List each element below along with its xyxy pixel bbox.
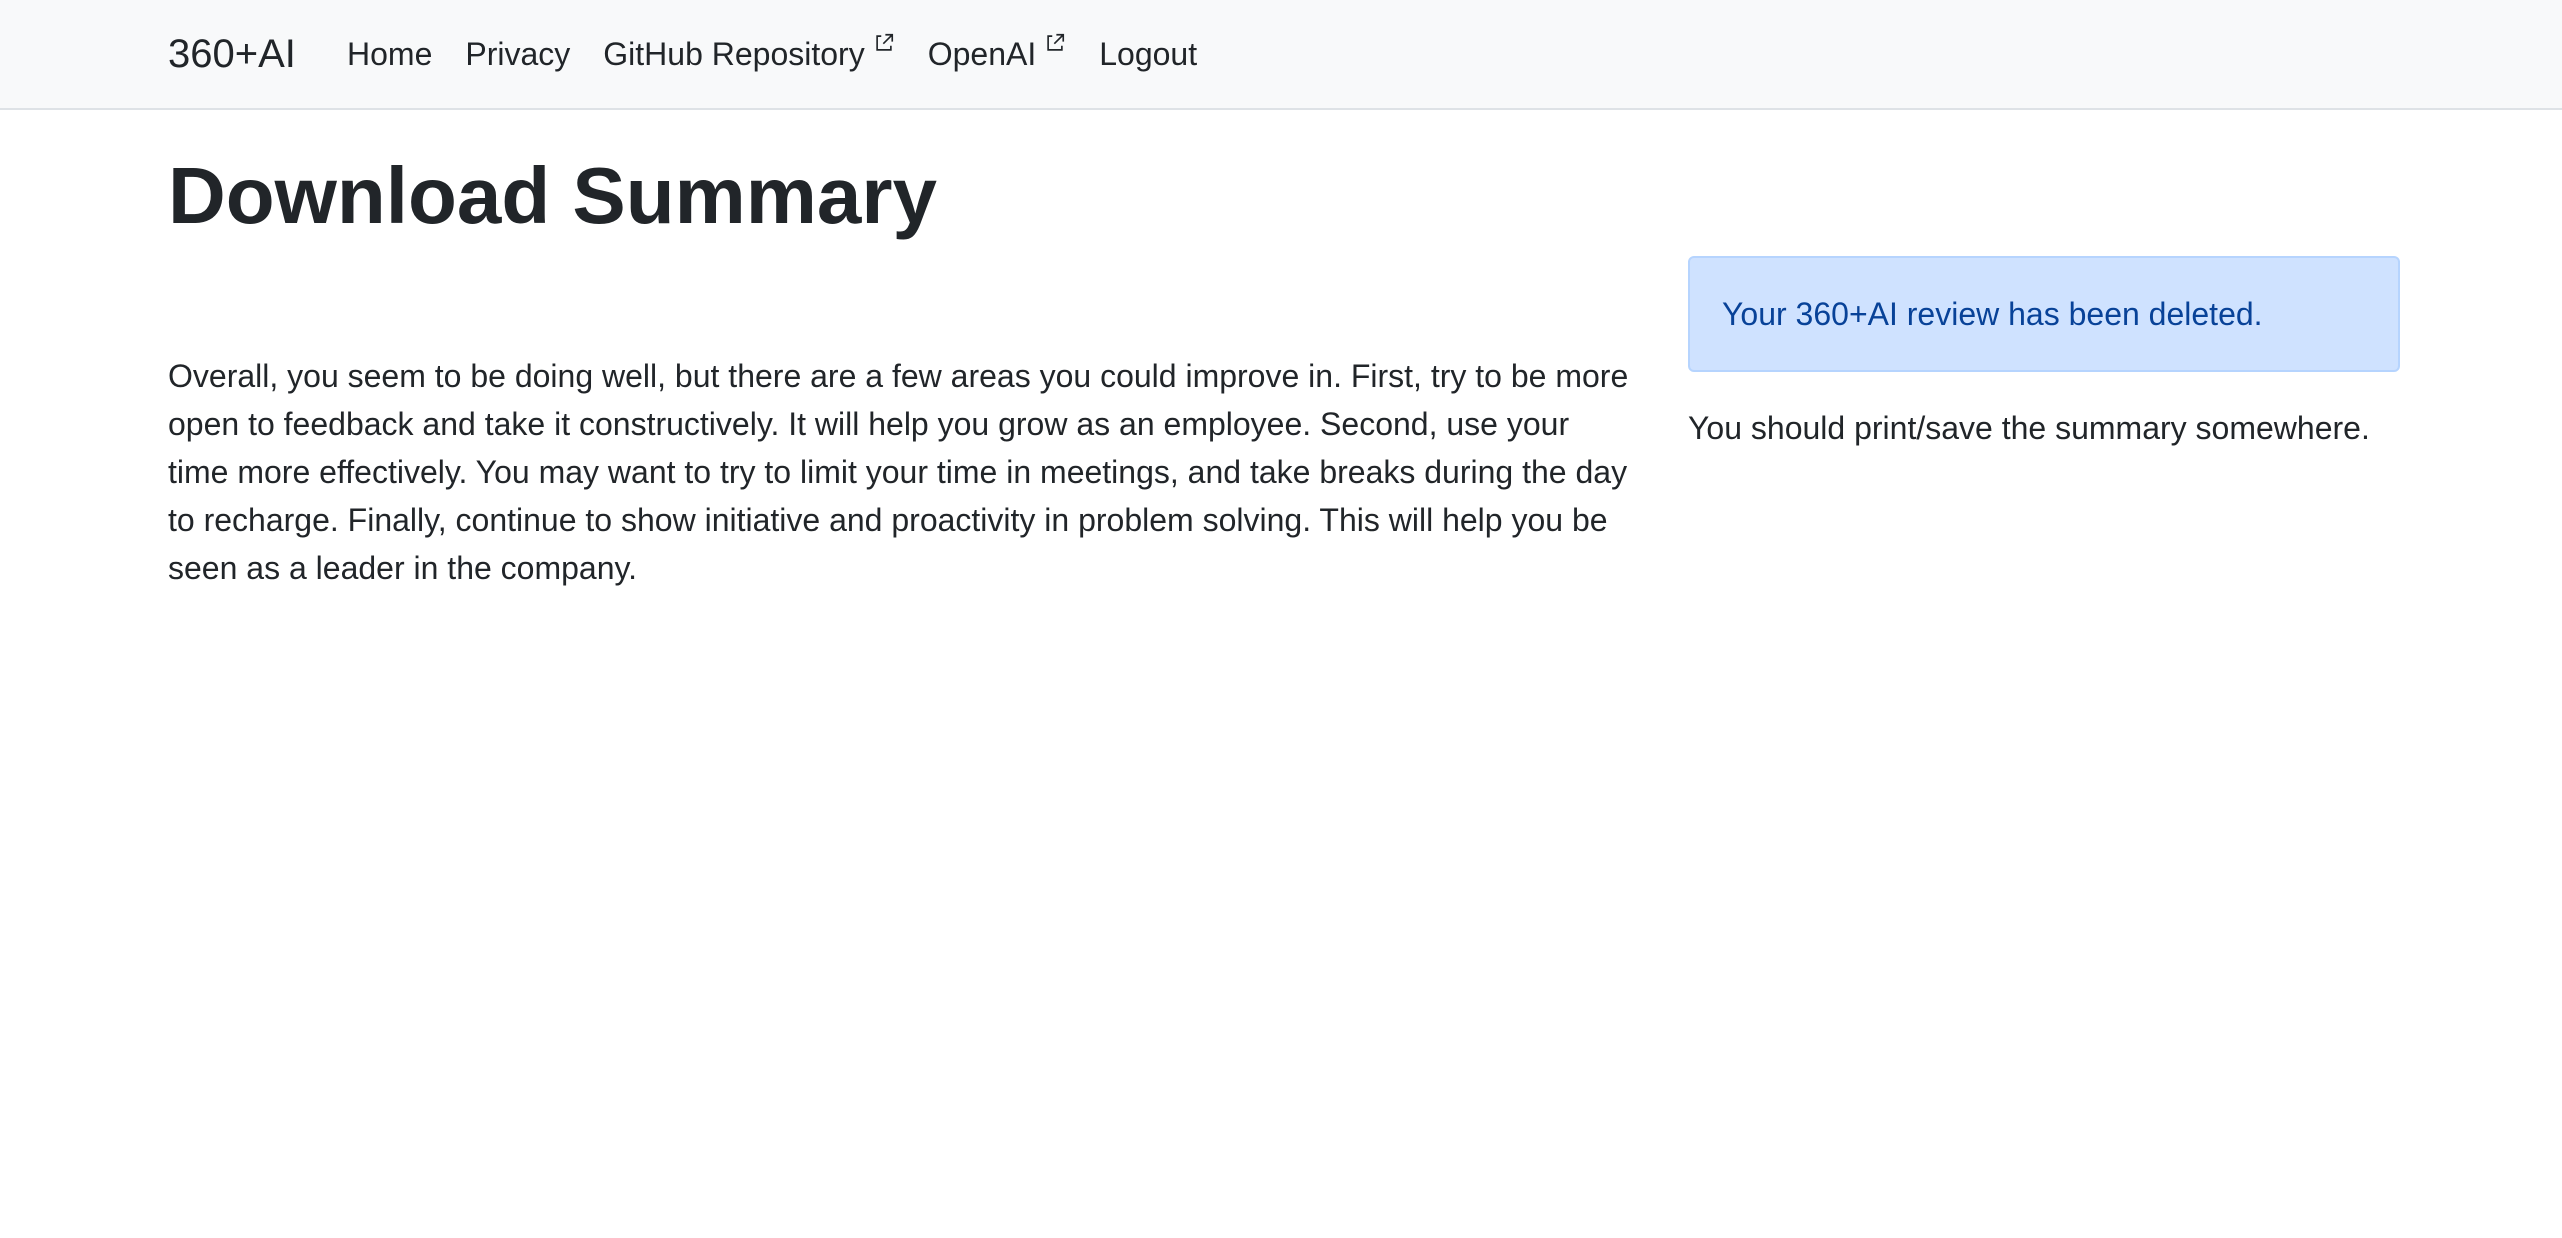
brand-link[interactable]: 360+AI — [168, 28, 296, 80]
nav-link-label: Home — [347, 36, 433, 72]
nav-link-label: OpenAI — [927, 36, 1037, 72]
save-advice-text: You should print/save the summary somewh… — [1688, 410, 2370, 446]
page-title: Download Summary — [168, 151, 938, 240]
nav-link-logout[interactable]: Logout — [1099, 30, 1197, 78]
nav-link-home[interactable]: Home — [347, 30, 432, 78]
nav-link-openai[interactable]: OpenAI — [928, 30, 1067, 78]
nav-link-label: Logout — [1099, 36, 1198, 72]
nav-link-github-repository[interactable]: GitHub Repository — [603, 30, 894, 78]
nav-link-label: GitHub Repository — [603, 36, 865, 72]
deleted-alert: Your 360+AI review has been deleted. — [1688, 256, 2400, 372]
nav-links: Home Privacy GitHub Repository OpenAI Lo… — [347, 30, 1230, 78]
external-link-icon — [1047, 33, 1065, 51]
external-link-icon — [876, 33, 893, 51]
top-navbar: 360+AI Home Privacy GitHub Repository Op… — [0, 0, 2562, 110]
summary-text: Overall, you seem to be doing well, but … — [168, 358, 1629, 586]
nav-link-privacy[interactable]: Privacy — [465, 30, 570, 78]
nav-link-label: Privacy — [465, 36, 571, 72]
